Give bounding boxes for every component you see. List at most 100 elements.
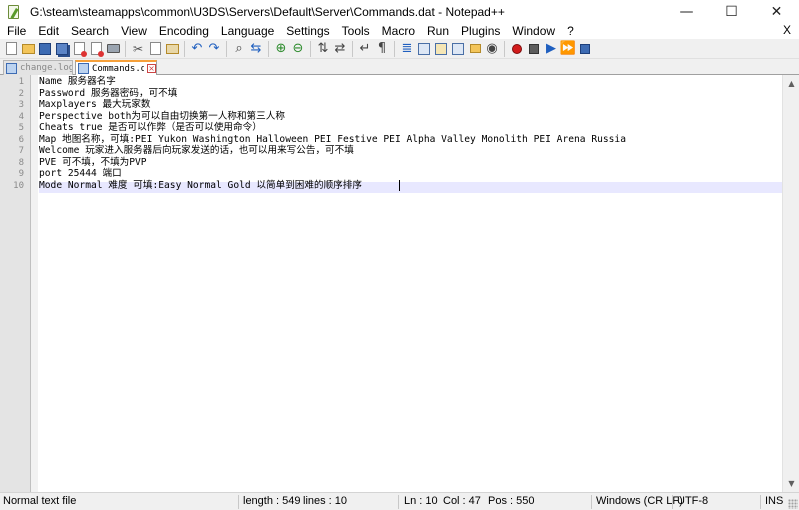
editor-area[interactable]: 1 2 3 4 5 6 7 8 9 10 Name 服务器名字 Password… xyxy=(0,75,799,492)
code-line[interactable]: PVE 可不填，不填为PVP xyxy=(39,157,147,169)
status-ln: Ln : 10 xyxy=(404,495,438,507)
line-number: 9 xyxy=(18,169,24,179)
stop-recording-icon[interactable] xyxy=(526,41,542,57)
menu-encoding[interactable]: Encoding xyxy=(152,23,214,39)
menu-help[interactable]: ? xyxy=(560,23,579,39)
monitoring-icon[interactable]: ◉ xyxy=(484,41,500,57)
run-macro-multiple-icon[interactable]: ⏩ xyxy=(560,41,576,57)
menu-tools[interactable]: Tools xyxy=(335,23,375,39)
close-button[interactable]: ✕ xyxy=(754,0,799,24)
tab-label: change.log xyxy=(20,63,72,73)
menu-run[interactable]: Run xyxy=(420,23,454,39)
replace-icon[interactable]: ⇆ xyxy=(248,41,264,57)
vertical-scrollbar[interactable]: ▲ ▼ xyxy=(782,75,799,492)
menu-search[interactable]: Search xyxy=(64,23,114,39)
code-line[interactable]: port 25444 端口 xyxy=(39,168,122,180)
code-line[interactable]: Name 服务器名字 xyxy=(39,76,116,88)
menu-window[interactable]: Window xyxy=(505,23,560,39)
menu-edit[interactable]: Edit xyxy=(31,23,64,39)
scroll-up-icon[interactable]: ▲ xyxy=(783,75,799,92)
zoom-in-icon[interactable]: ⊕ xyxy=(273,41,289,57)
tab-commands-dat[interactable]: Commands.dat × xyxy=(75,60,157,76)
sync-horizontal-icon[interactable]: ⇄ xyxy=(332,41,348,57)
menu-file[interactable]: File xyxy=(0,23,31,39)
line-number: 7 xyxy=(18,146,24,156)
title-bar: G:\steam\steamapps\common\U3DS\Servers\D… xyxy=(0,0,799,24)
new-file-icon[interactable] xyxy=(3,41,19,57)
toolbar-separator xyxy=(504,40,505,57)
playback-macro-icon[interactable]: ▶ xyxy=(543,41,559,57)
window-title: G:\steam\steamapps\common\U3DS\Servers\D… xyxy=(30,5,505,19)
toolbar-separator xyxy=(125,40,126,57)
line-number: 6 xyxy=(18,134,24,145)
save-macro-icon[interactable] xyxy=(577,41,593,57)
file-icon xyxy=(78,63,89,74)
close-all-icon[interactable] xyxy=(88,41,104,57)
window-controls: — ☐ ✕ xyxy=(664,0,799,24)
tab-bar: change.log Commands.dat × xyxy=(0,59,799,76)
text-caret xyxy=(399,180,400,191)
close-document-button[interactable]: X xyxy=(783,22,791,38)
code-line[interactable]: Map 地图名称，可填:PEI Yukon Washington Hallowe… xyxy=(39,134,626,146)
document-map-icon[interactable] xyxy=(433,41,449,57)
scroll-down-icon[interactable]: ▼ xyxy=(783,475,799,492)
line-number: 8 xyxy=(18,157,24,168)
status-file-type: Normal text file xyxy=(3,495,77,507)
toolbar-separator xyxy=(268,40,269,57)
zoom-out-icon[interactable]: ⊖ xyxy=(290,41,306,57)
notepad-plus-plus-icon xyxy=(6,4,22,20)
menu-language[interactable]: Language xyxy=(214,23,279,39)
tab-label: Commands.dat xyxy=(92,63,144,74)
toolbar: ✂ ↶ ↷ ⌕ ⇆ ⊕ ⊖ ⇅ ⇄ ↵ ¶ ≣ ◉ ▶ ⏩ xyxy=(0,39,799,59)
paste-icon[interactable] xyxy=(164,41,180,57)
code-line[interactable]: Password 服务器密码，可不填 xyxy=(39,88,177,100)
toolbar-separator xyxy=(394,40,395,57)
save-icon[interactable] xyxy=(37,41,53,57)
resize-grip-icon[interactable] xyxy=(788,499,798,509)
minimize-button[interactable]: — xyxy=(664,0,709,24)
menu-settings[interactable]: Settings xyxy=(279,23,334,39)
status-length: length : 549 xyxy=(243,495,301,507)
menu-view[interactable]: View xyxy=(114,23,152,39)
status-insert-mode: INS xyxy=(765,495,784,507)
code-line[interactable]: Mode Normal 难度 可填:Easy Normal Gold 以简单到困… xyxy=(39,180,362,192)
save-all-icon[interactable] xyxy=(54,41,70,57)
code-line[interactable]: Welcome 玩家进入服务器后向玩家发送的话，也可以用来写公告，可不填 xyxy=(39,145,354,157)
user-language-icon[interactable] xyxy=(416,41,432,57)
status-separator xyxy=(238,495,239,509)
code-line[interactable]: Perspective both为可以自由切换第一人称和第三人称 xyxy=(39,111,285,123)
menu-plugins[interactable]: Plugins xyxy=(454,23,505,39)
line-number: 2 xyxy=(18,88,24,99)
word-wrap-icon[interactable]: ↵ xyxy=(357,41,373,57)
status-separator xyxy=(760,495,761,509)
code-line[interactable]: Cheats true 是否可以作弊（是否可以使用命令） xyxy=(39,122,262,134)
indent-guide-icon[interactable]: ≣ xyxy=(399,41,415,57)
line-number: 5 xyxy=(18,123,24,133)
folder-as-workspace-icon[interactable] xyxy=(467,41,483,57)
toolbar-separator xyxy=(226,40,227,57)
status-bar: Normal text file length : 549 lines : 10… xyxy=(0,492,799,510)
function-list-icon[interactable] xyxy=(450,41,466,57)
status-separator xyxy=(672,495,673,509)
line-number: 3 xyxy=(18,100,24,110)
tab-change-log[interactable]: change.log xyxy=(3,60,73,75)
find-icon[interactable]: ⌕ xyxy=(231,41,247,57)
copy-icon[interactable] xyxy=(147,41,163,57)
tab-close-icon[interactable]: × xyxy=(147,64,156,73)
menu-macro[interactable]: Macro xyxy=(375,23,420,39)
fold-margin[interactable] xyxy=(31,75,38,492)
status-pos: Pos : 550 xyxy=(488,495,535,507)
line-number-gutter: 1 2 3 4 5 6 7 8 9 10 xyxy=(0,75,31,492)
code-line[interactable]: Maxplayers 最大玩家数 xyxy=(39,99,151,111)
sync-vertical-icon[interactable]: ⇅ xyxy=(315,41,331,57)
maximize-button[interactable]: ☐ xyxy=(709,0,754,24)
redo-icon[interactable]: ↷ xyxy=(206,41,222,57)
record-macro-icon[interactable] xyxy=(509,41,525,57)
undo-icon[interactable]: ↶ xyxy=(189,41,205,57)
cut-icon[interactable]: ✂ xyxy=(130,41,146,57)
open-file-icon[interactable] xyxy=(20,41,36,57)
line-number: 10 xyxy=(13,180,24,191)
show-all-characters-icon[interactable]: ¶ xyxy=(374,41,390,57)
print-icon[interactable] xyxy=(105,41,121,57)
close-file-icon[interactable] xyxy=(71,41,87,57)
